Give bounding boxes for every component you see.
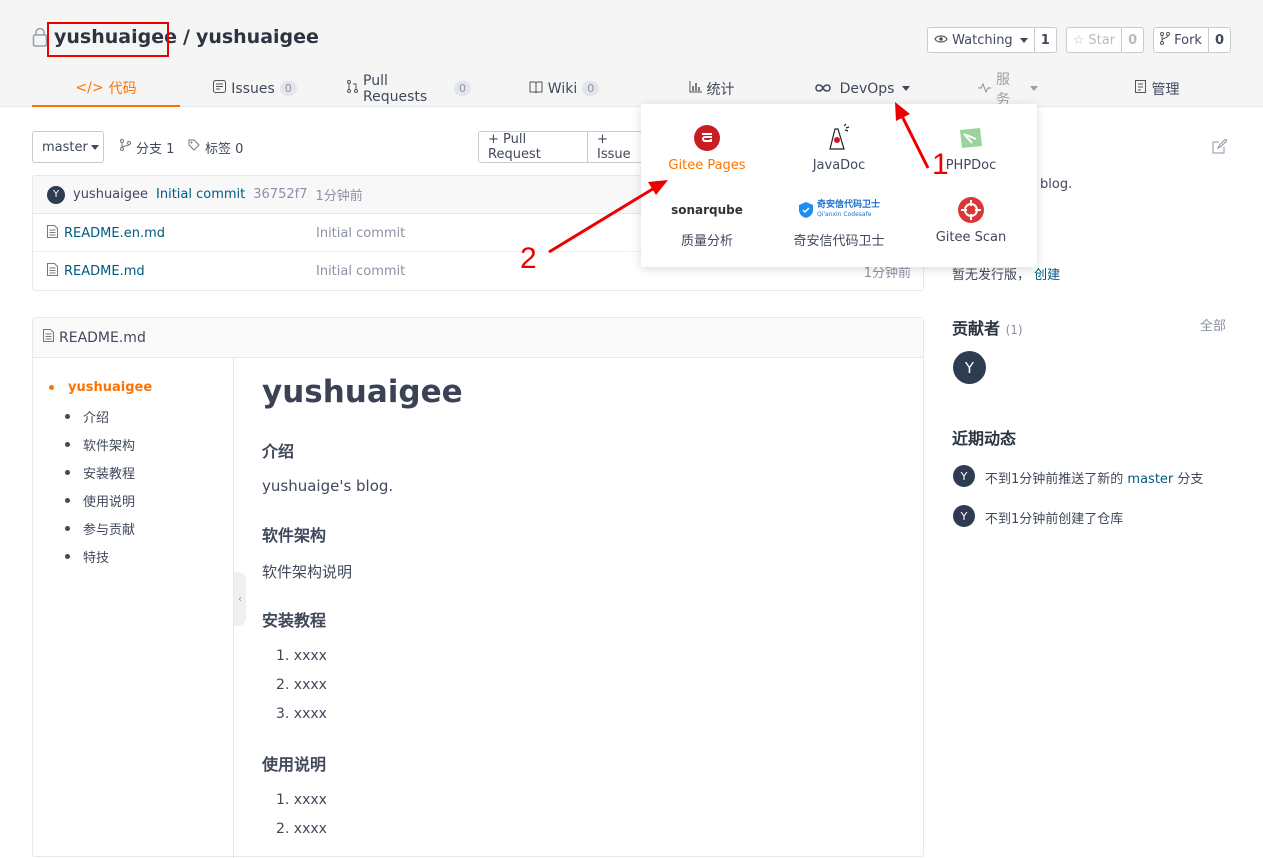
annotation-number-2: 2 (520, 242, 537, 275)
annotation-arrow-2 (548, 185, 657, 254)
annotation-arrows (548, 102, 930, 254)
annotation-number-1: 1 (932, 148, 949, 181)
annotation-arrow-1 (898, 111, 930, 169)
annotation-arrowhead-2 (648, 180, 668, 195)
